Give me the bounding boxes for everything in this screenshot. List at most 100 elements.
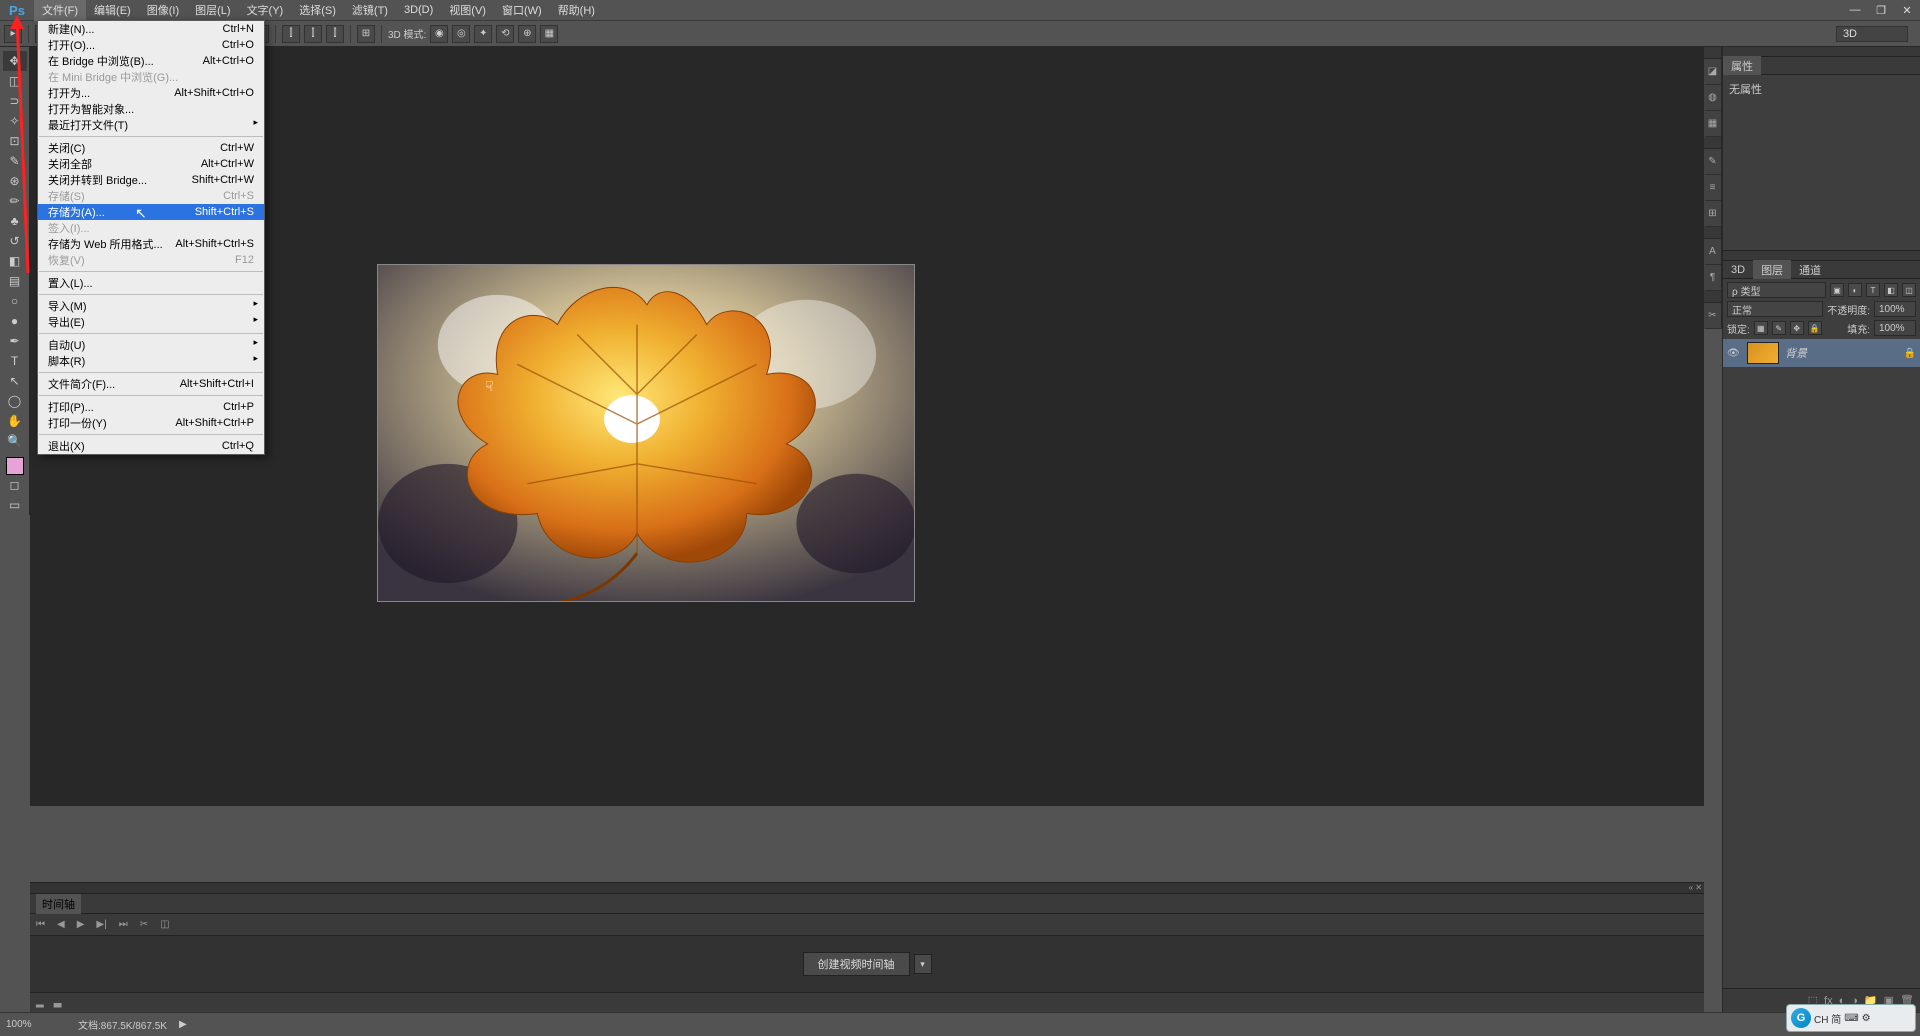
zoom-tool[interactable]: 🔍 [3,431,27,451]
path-tool[interactable]: ↖ [3,371,27,391]
menu-view[interactable]: 视图(V) [441,0,494,21]
menu-item[interactable]: 最近打开文件(T) [38,117,264,133]
menu-item[interactable]: 关闭并转到 Bridge...Shift+Ctrl+W [38,172,264,188]
goto-end-icon[interactable]: ⏭ [119,919,128,930]
close-button[interactable]: ✕ [1894,0,1920,20]
properties-tab[interactable]: 属性 [1723,57,1920,75]
crop-tool[interactable]: ⊡ [3,131,27,151]
dock-char-icon[interactable]: A [1705,239,1721,265]
shape-tool[interactable]: ◯ [3,391,27,411]
filter-smart-icon[interactable]: ◫ [1902,283,1916,297]
menu-file[interactable]: 文件(F) [34,0,86,21]
tool-preset-icon[interactable]: ▸ [4,25,22,43]
dock-adjust-icon[interactable]: ✂ [1705,303,1721,329]
menu-item[interactable]: 存储为 Web 所用格式...Alt+Shift+Ctrl+S [38,236,264,252]
next-frame-icon[interactable]: ▶| [96,919,106,930]
timeline-zoom-out-icon[interactable]: ▂ [36,997,44,1008]
opt-icon-a[interactable]: ⊞ [357,25,375,43]
menu-layer[interactable]: 图层(L) [187,0,238,21]
menu-item[interactable]: 文件简介(F)...Alt+Shift+Ctrl+I [38,376,264,392]
menu-item[interactable]: 自动(U) [38,337,264,353]
menu-item[interactable]: 打开(O)...Ctrl+O [38,37,264,53]
heal-tool[interactable]: ⊛ [3,171,27,191]
menu-item[interactable]: 打印(P)...Ctrl+P [38,399,264,415]
play-icon[interactable]: ▶ [77,919,85,930]
3d-icon-4[interactable]: ⟲ [496,25,514,43]
panel-collapse-icon[interactable]: « ✕ [1689,883,1702,892]
dist-2-icon[interactable]: ⫿ [304,25,322,43]
3d-icon-1[interactable]: ◉ [430,25,448,43]
dock-swatches-icon[interactable]: ▦ [1705,111,1721,137]
menu-type[interactable]: 文字(Y) [239,0,292,21]
dock-clone-icon[interactable]: ⊞ [1705,201,1721,227]
ime-lang[interactable]: CH 简 [1814,1011,1841,1026]
create-timeline-button[interactable]: 创建视频时间轴 [803,952,910,976]
dist-1-icon[interactable]: ⫿ [282,25,300,43]
timeline-zoom-in-icon[interactable]: ▃ [54,997,62,1008]
dock-para-icon[interactable]: ¶ [1705,265,1721,291]
history-brush-tool[interactable]: ↺ [3,231,27,251]
blend-mode-select[interactable]: 正常 [1727,301,1823,317]
layer-name[interactable]: 背景 [1785,345,1898,361]
menu-window[interactable]: 窗口(W) [494,0,550,21]
prev-frame-icon[interactable]: ◀ [57,919,65,930]
filter-type-icon[interactable]: T [1866,283,1880,297]
goto-start-icon[interactable]: ⏮ [36,919,45,930]
menu-item[interactable]: 打开为...Alt+Shift+Ctrl+O [38,85,264,101]
stamp-tool[interactable]: ♣ [3,211,27,231]
workspace-select[interactable]: 3D [1836,26,1908,42]
brush-tool[interactable]: ✏ [3,191,27,211]
lock-pos-icon[interactable]: ✥ [1790,321,1804,335]
layer-row[interactable]: 👁 背景 🔒 [1723,339,1920,367]
ime-set-icon[interactable]: ⚙ [1862,1013,1871,1024]
dock-brushset-icon[interactable]: ≡ [1705,175,1721,201]
menu-item[interactable]: 置入(L)... [38,275,264,291]
dodge-tool[interactable]: ● [3,311,27,331]
lock-trans-icon[interactable]: ▦ [1754,321,1768,335]
eyedropper-tool[interactable]: ✎ [3,151,27,171]
filter-img-icon[interactable]: ▣ [1830,283,1844,297]
lock-all-icon[interactable]: 🔒 [1808,321,1822,335]
opacity-value[interactable]: 100% [1874,301,1916,317]
hand-tool[interactable]: ✋ [3,411,27,431]
menu-filter[interactable]: 滤镜(T) [344,0,396,21]
dock-history-icon[interactable]: ◪ [1705,59,1721,85]
menu-image[interactable]: 图像(I) [139,0,187,21]
menu-item[interactable]: 关闭(C)Ctrl+W [38,140,264,156]
timeline-type-dropdown[interactable]: ▾ [914,954,932,974]
dock-brush-icon[interactable]: ✎ [1705,149,1721,175]
type-tool[interactable]: T [3,351,27,371]
pen-tool[interactable]: ✒ [3,331,27,351]
blur-tool[interactable]: ○ [3,291,27,311]
filter-adj-icon[interactable]: ◐ [1848,283,1862,297]
eraser-tool[interactable]: ◧ [3,251,27,271]
menu-help[interactable]: 帮助(H) [550,0,603,21]
filter-shape-icon[interactable]: ◧ [1884,283,1898,297]
timeline-tab[interactable]: 时间轴 [36,894,81,914]
ime-widget[interactable]: G CH 简 ⌨ ⚙ [1786,1004,1916,1032]
status-arrow-icon[interactable]: ▶ [179,1019,187,1030]
3d-icon-3[interactable]: ✦ [474,25,492,43]
move-tool[interactable]: ✥ [3,51,27,71]
menu-item[interactable]: 打印一份(Y)Alt+Shift+Ctrl+P [38,415,264,431]
quickmask-tool[interactable]: ◻ [3,475,27,495]
menu-item[interactable]: 导出(E) [38,314,264,330]
lasso-tool[interactable]: ⊃ [3,91,27,111]
menu-item[interactable]: 关闭全部Alt+Ctrl+W [38,156,264,172]
3d-icon-2[interactable]: ◎ [452,25,470,43]
minimize-button[interactable]: — [1842,0,1868,20]
fill-value[interactable]: 100% [1874,320,1916,336]
layer-filter-select[interactable]: ρ 类型 [1727,282,1826,298]
marquee-tool[interactable]: ◫ [3,71,27,91]
zoom-level[interactable]: 100% [6,1019,66,1030]
menu-edit[interactable]: 编辑(E) [86,0,139,21]
menu-3d[interactable]: 3D(D) [396,1,441,19]
mute-icon[interactable]: ✂ [140,919,148,930]
dist-3-icon[interactable]: ⫿ [326,25,344,43]
tab-channels[interactable]: 通道 [1791,260,1829,280]
menu-select[interactable]: 选择(S) [291,0,344,21]
foreground-color[interactable] [6,457,24,475]
3d-icon-6[interactable]: ▦ [540,25,558,43]
document-canvas[interactable] [377,264,915,602]
3d-icon-5[interactable]: ⊕ [518,25,536,43]
